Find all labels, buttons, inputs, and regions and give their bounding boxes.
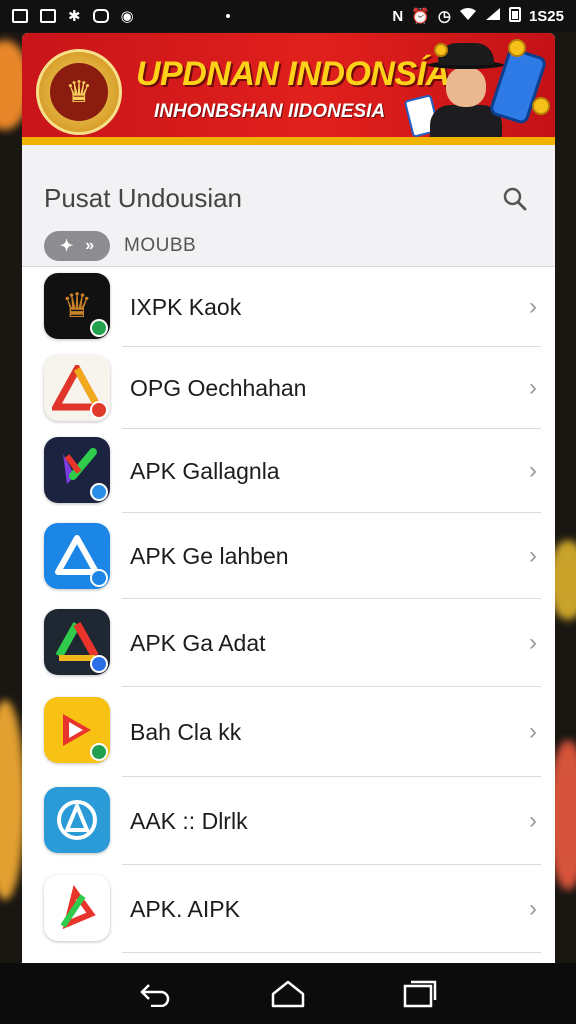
chevron-right-icon: › [529, 629, 537, 656]
list-item-label: APK. AIPK [130, 895, 240, 922]
recents-button[interactable] [400, 974, 440, 1014]
page-title: Pusat Undousian [44, 183, 243, 213]
clock-icon: ◷ [437, 8, 451, 25]
coin-icon [532, 97, 550, 115]
chevron-right-icon: › [529, 807, 537, 834]
clock-time: 1S25 [528, 7, 564, 25]
gallery-icon [12, 9, 28, 23]
status-badge [90, 743, 108, 761]
garuda-icon: ♛ [50, 63, 108, 121]
coin-icon [434, 43, 448, 57]
chevron-right-icon: › [529, 718, 537, 745]
status-bar: ✱ ◉ N ⏰ ◷ 1S25 [0, 0, 576, 32]
chevron-right-icon: › [529, 457, 537, 484]
status-badge [90, 569, 108, 587]
recents-icon [403, 980, 437, 1007]
settings-icon: ✱ [68, 8, 81, 25]
search-icon [503, 187, 527, 211]
emblem-logo: ♛ [36, 49, 122, 135]
nfc-icon: N [392, 7, 404, 25]
apk-triangle-icon [44, 355, 110, 421]
list-item[interactable]: Bah Cla kk › [22, 687, 555, 777]
list-item-label: APK Gallagnla [130, 457, 280, 484]
back-button[interactable] [136, 974, 176, 1014]
promo-banner[interactable]: ♛ UPDNAN INDONSÍA INHONBSHAN IIDONESIA [22, 33, 555, 145]
mode-label: MOUBB [124, 235, 197, 256]
chevron-right-icon: › [529, 542, 537, 569]
list-item[interactable]: APK Ga Adat › [22, 599, 555, 687]
divider [122, 952, 541, 953]
drive-triangle-icon [44, 609, 110, 675]
list-item-label: APK Ge lahben [130, 542, 289, 569]
page-header: Pusat Undousian ✦ » MOUBB [22, 145, 555, 267]
back-icon [140, 983, 170, 1007]
list-item[interactable]: APK Ge lahben › [22, 513, 555, 599]
list-item-label: APK Ga Adat [130, 629, 266, 656]
play-icon [44, 697, 110, 763]
chat-icon: ◉ [120, 8, 134, 25]
image-icon [40, 9, 56, 23]
status-badge [90, 319, 108, 337]
pen-icon [44, 875, 110, 941]
list-item[interactable]: AAK :: Dlrlk › [22, 777, 555, 865]
search-button[interactable] [499, 183, 531, 215]
battery-icon [508, 6, 521, 26]
chevron-right-icon: › [529, 374, 537, 401]
list-item[interactable]: ♛ IXPK Kaok › [22, 267, 555, 347]
notification-dot [225, 14, 230, 18]
garuda-icon: ♛ [44, 273, 110, 339]
app-card: ♛ UPDNAN INDONSÍA INHONBSHAN IIDONESIA P… [22, 33, 555, 963]
store-a-icon [44, 523, 110, 589]
brush-icon [44, 437, 110, 503]
alarm-icon: ⏰ [411, 8, 430, 25]
banner-subtitle: INHONBSHAN IIDONESIA [154, 101, 386, 122]
a-circle-icon [44, 787, 110, 853]
coin-icon [508, 39, 526, 57]
status-badge [90, 401, 108, 419]
list-item[interactable]: APK Gallagnla › [22, 429, 555, 513]
list-item-label: OPG Oechhahan [130, 374, 307, 401]
pin-icon: ✦ [59, 238, 74, 255]
wifi-icon [459, 7, 477, 25]
chevron-right-icon: › [529, 895, 537, 922]
app-list: ♛ IXPK Kaok › OPG Oechhahan › APK Gallag… [22, 267, 555, 953]
home-button[interactable] [268, 974, 308, 1014]
chevron-right-icon: › [529, 293, 537, 320]
mode-toggle[interactable]: ✦ » [44, 231, 110, 261]
navigation-bar [0, 963, 576, 1024]
list-item[interactable]: APK. AIPK › [22, 865, 555, 953]
banner-title: UPDNAN INDONSÍA [136, 55, 450, 93]
chevron-right-icon: » [85, 237, 95, 254]
game-icon [92, 9, 109, 23]
list-item[interactable]: OPG Oechhahan › [22, 347, 555, 429]
status-badge [90, 655, 108, 673]
list-item-label: Bah Cla kk [130, 718, 242, 745]
home-icon [271, 980, 305, 1007]
status-badge [90, 483, 108, 501]
list-item-label: IXPK Kaok [130, 293, 242, 320]
banner-stripe [22, 137, 555, 145]
list-item-label: AAK :: Dlrlk [130, 807, 248, 834]
signal-icon [485, 7, 501, 25]
